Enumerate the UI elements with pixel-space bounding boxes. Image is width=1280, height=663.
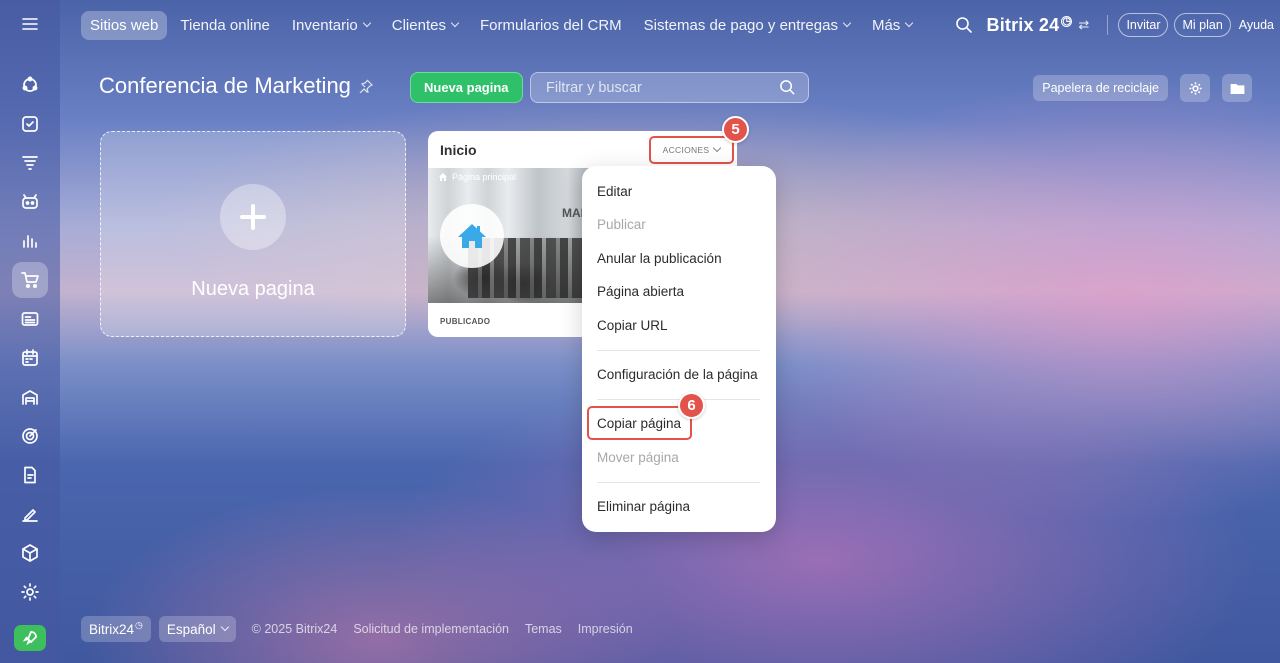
- my-plan-button[interactable]: Mi plan: [1174, 13, 1231, 37]
- brand-text: Bitrix 24: [986, 14, 1060, 35]
- tasks-icon[interactable]: [12, 106, 48, 142]
- nav-label: Sitios web: [90, 16, 159, 34]
- menu-item-page-settings[interactable]: Configuración de la página: [597, 367, 758, 382]
- nav-label: Inventario: [291, 16, 358, 34]
- footer: Bitrix24 ◷ Español © 2025 Bitrix24 Solici…: [81, 616, 641, 642]
- step-badge-6: 6: [678, 392, 705, 419]
- invite-button[interactable]: Invitar: [1118, 13, 1169, 37]
- actions-dropdown-button[interactable]: ACCIONES: [649, 136, 734, 164]
- menu-item-edit[interactable]: Editar: [597, 184, 632, 199]
- page-card-title: Inicio: [440, 142, 477, 158]
- bitrix-logo[interactable]: Bitrix 24 ◷ ⇄: [987, 15, 1090, 36]
- main-page-label: Página principal: [438, 172, 516, 182]
- cube-icon[interactable]: [12, 535, 48, 571]
- left-sidebar: [0, 0, 60, 663]
- chevron-down-icon: [713, 143, 722, 153]
- nav-label: Clientes: [391, 16, 446, 34]
- chevron-down-icon: [220, 622, 229, 632]
- folder-icon: [1230, 83, 1244, 94]
- rocket-icon[interactable]: [14, 625, 46, 651]
- help-button[interactable]: Ayuda: [1233, 14, 1280, 36]
- news-icon[interactable]: [12, 301, 48, 337]
- divider: [1107, 15, 1109, 35]
- nav-sitios-web[interactable]: Sitios web: [81, 10, 168, 40]
- new-page-card-label: Nueva pagina: [191, 278, 315, 300]
- home-icon: [439, 173, 447, 181]
- language-selector[interactable]: Español: [158, 616, 236, 642]
- recycle-bin-button[interactable]: Papelera de reciclaje: [1033, 75, 1168, 101]
- home-page-icon: [440, 204, 504, 268]
- menu-item-unpublish[interactable]: Anular la publicación: [597, 251, 722, 266]
- cart-icon[interactable]: [12, 262, 48, 298]
- clock-icon: ◷: [1061, 15, 1073, 27]
- funnel-icon[interactable]: [12, 145, 48, 181]
- menu-divider: [597, 482, 760, 483]
- actions-menu: Editar Publicar Anular la publicación Pá…: [582, 166, 776, 532]
- chevron-down-icon: [842, 18, 852, 28]
- gear-icon: [1188, 81, 1202, 95]
- page-title: Conferencia de Marketing: [99, 73, 373, 99]
- search-icon[interactable]: [955, 16, 973, 34]
- analytics-icon[interactable]: [12, 223, 48, 259]
- plus-icon: [220, 184, 286, 250]
- activity-icon[interactable]: [12, 67, 48, 103]
- warehouse-icon[interactable]: [12, 379, 48, 415]
- actions-label: ACCIONES: [662, 145, 710, 155]
- nav-clientes[interactable]: Clientes: [383, 11, 467, 40]
- nav-formularios-crm[interactable]: Formularios del CRM: [471, 11, 631, 40]
- nav-label: Formularios del CRM: [479, 16, 622, 34]
- step-badge-5: 5: [722, 116, 749, 143]
- filter-search-box[interactable]: [530, 72, 809, 103]
- menu-item-move-page[interactable]: Mover página: [597, 450, 679, 465]
- menu-divider: [597, 350, 760, 351]
- menu-item-open-page[interactable]: Página abierta: [597, 284, 684, 299]
- nav-label: Sistemas de pago y entregas: [643, 16, 838, 34]
- implementation-link[interactable]: Solicitud de implementación: [353, 622, 509, 636]
- main-page-text: Página principal: [452, 172, 517, 182]
- print-link[interactable]: Impresión: [578, 622, 633, 636]
- nav-inventario[interactable]: Inventario: [283, 11, 379, 40]
- footer-brand-text: Bitrix24: [89, 621, 135, 637]
- copyright-text: © 2025 Bitrix24: [251, 622, 338, 636]
- new-page-button[interactable]: Nueva pagina: [410, 72, 523, 103]
- sign-icon[interactable]: [12, 496, 48, 532]
- search-input[interactable]: [546, 79, 766, 96]
- search-icon[interactable]: [779, 79, 796, 96]
- menu-item-publish[interactable]: Publicar: [597, 217, 646, 232]
- footer-brand-button[interactable]: Bitrix24 ◷: [81, 616, 151, 642]
- new-page-card[interactable]: Nueva pagina: [100, 131, 406, 337]
- folder-button[interactable]: [1222, 74, 1252, 102]
- status-badge: PUBLICADO: [440, 317, 491, 326]
- nav-tienda-online[interactable]: Tienda online: [171, 11, 279, 40]
- menu-item-copy-url[interactable]: Copiar URL: [597, 318, 668, 333]
- menu-item-copy-page[interactable]: Copiar página: [597, 416, 681, 431]
- robot-icon[interactable]: [12, 184, 48, 220]
- settings-icon[interactable]: [12, 574, 48, 610]
- clock-icon: ◷: [135, 620, 143, 630]
- nav-label: Tienda online: [180, 16, 270, 34]
- nav-mas[interactable]: Más: [863, 11, 921, 40]
- themes-link[interactable]: Temas: [525, 622, 562, 636]
- nav-label: Más: [871, 16, 901, 34]
- language-label: Español: [166, 621, 216, 637]
- settings-button[interactable]: [1180, 74, 1210, 102]
- swap-icon: ⇄: [1078, 17, 1090, 32]
- page-title-text: Conferencia de Marketing: [99, 73, 351, 98]
- pin-icon[interactable]: [359, 79, 373, 93]
- top-right-tools: Bitrix 24 ◷ ⇄ Invitar Mi plan Ayuda: [955, 0, 1280, 50]
- chevron-down-icon: [362, 18, 372, 28]
- calendar-icon[interactable]: [12, 340, 48, 376]
- chevron-down-icon: [905, 18, 914, 28]
- chevron-down-icon: [450, 18, 460, 28]
- nav-sistemas-pago[interactable]: Sistemas de pago y entregas: [635, 11, 859, 40]
- menu-icon[interactable]: [12, 12, 48, 36]
- menu-item-delete-page[interactable]: Eliminar página: [597, 499, 690, 514]
- target-icon[interactable]: [12, 418, 48, 454]
- document-icon[interactable]: [12, 457, 48, 493]
